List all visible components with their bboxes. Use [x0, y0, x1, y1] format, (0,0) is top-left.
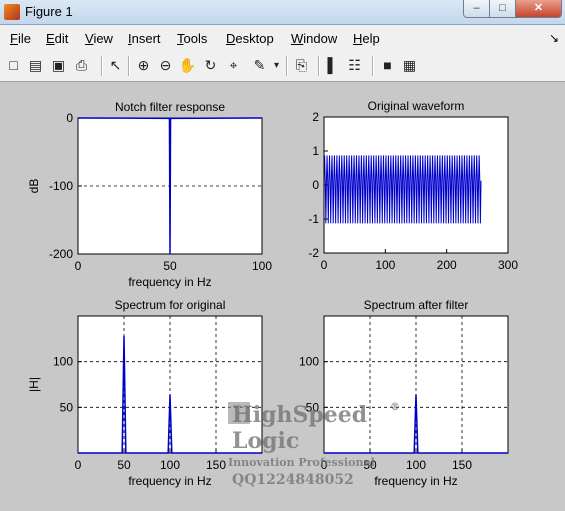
chart-title: Original waveform [368, 99, 465, 113]
rotate-3d-icon[interactable]: ↻ [201, 56, 220, 75]
menu-window[interactable]: Window [291, 31, 337, 46]
tick-label-y: 0 [66, 111, 73, 125]
tick-label-x: 300 [498, 258, 518, 272]
new-figure-icon[interactable]: □ [4, 56, 23, 75]
tick-label-x: 150 [206, 458, 226, 472]
matlab-icon [4, 4, 20, 20]
toolbar-separator [128, 56, 130, 76]
toolbar-separator [372, 56, 374, 76]
tick-label-x: 100 [406, 458, 426, 472]
open-file-icon[interactable]: ▤ [26, 56, 45, 75]
toolbar-separator [286, 56, 288, 76]
tick-label-y: 1 [312, 144, 319, 158]
tick-label-y: -2 [308, 246, 319, 260]
x-axis-label: frequency in Hz [128, 275, 211, 289]
menu-bar: File Edit View Insert Tools Desktop Wind… [0, 25, 565, 51]
tick-label-x: 0 [75, 458, 82, 472]
toolbar-separator [318, 56, 320, 76]
pan-hand-icon[interactable]: ✋ [178, 56, 197, 75]
tick-label-x: 150 [452, 458, 472, 472]
tick-label-x: 50 [363, 458, 377, 472]
toolbar: □ ▤ ▣ ⎙ ↖ ⊕ ⊖ ✋ ↻ ⌖ ✎ ▾ ⎘ ▌ ☷ ■ ▦ [0, 51, 565, 82]
close-button[interactable]: ✕ [515, 0, 562, 18]
tick-label-y: -1 [308, 212, 319, 226]
tick-label-y: -200 [49, 247, 73, 261]
tick-label-x: 200 [437, 258, 457, 272]
link-plot-icon[interactable]: ⎘ [292, 56, 311, 75]
data-cursor-icon[interactable]: ⌖ [224, 56, 243, 75]
maximize-button[interactable]: □ [489, 0, 516, 18]
chart-title: Spectrum after filter [364, 298, 469, 312]
y-axis-label: dB [27, 179, 41, 194]
menu-desktop[interactable]: Desktop [226, 31, 274, 46]
tick-label-x: 0 [321, 458, 328, 472]
tick-label-x: 0 [75, 259, 82, 273]
print-icon[interactable]: ⎙ [72, 56, 91, 75]
chart-title: Spectrum for original [115, 298, 226, 312]
zoom-in-icon[interactable]: ⊕ [134, 56, 153, 75]
legend-icon[interactable]: ☷ [345, 56, 364, 75]
tick-label-y: 50 [60, 400, 74, 414]
tick-label-y: 0 [312, 178, 319, 192]
brush-icon[interactable]: ✎ [250, 56, 269, 75]
y-axis-label: |H| [27, 377, 41, 392]
tick-label-x: 100 [375, 258, 395, 272]
menu-help[interactable]: Help [353, 31, 380, 46]
menu-insert[interactable]: Insert [128, 31, 161, 46]
tick-label-y: 2 [312, 110, 319, 124]
tick-label-x: 50 [117, 458, 131, 472]
tick-label-x: 0 [321, 258, 328, 272]
hide-plot-tools-icon[interactable]: ■ [378, 56, 397, 75]
tick-label-x: 100 [252, 259, 272, 273]
menu-tools[interactable]: Tools [177, 31, 207, 46]
tick-label-y: -100 [49, 179, 73, 193]
select-arrow-icon[interactable]: ↖ [106, 56, 125, 75]
tick-label-x: 50 [163, 259, 177, 273]
tick-label-y: 100 [53, 355, 73, 369]
chart-title: Notch filter response [115, 100, 225, 114]
tick-label-x: 100 [160, 458, 180, 472]
save-icon[interactable]: ▣ [49, 56, 68, 75]
window-title: Figure 1 [25, 4, 73, 19]
brush-dropdown-icon[interactable]: ▾ [272, 56, 281, 75]
menu-file[interactable]: File [10, 31, 31, 46]
tick-label-y: 100 [299, 355, 319, 369]
toolbar-separator [101, 56, 103, 76]
plots-svg: 0 50 100-200-1000Notch filter responsefreq… [27, 99, 518, 488]
zoom-out-icon[interactable]: ⊖ [156, 56, 175, 75]
minimize-button[interactable]: – [463, 0, 490, 18]
menu-edit[interactable]: Edit [46, 31, 68, 46]
figure-canvas: 0 50 100 -200 -100 0 Notch filter response freq… [0, 82, 565, 506]
x-axis-label: frequency in Hz [374, 474, 457, 488]
menubar-dock-arrow-icon[interactable]: ↘ [549, 31, 559, 45]
show-plot-tools-icon[interactable]: ▦ [400, 56, 419, 75]
tick-label-y: 50 [306, 400, 320, 414]
title-bar: Figure 1 – □ ✕ [0, 0, 565, 25]
menu-view[interactable]: View [85, 31, 113, 46]
colorbar-icon[interactable]: ▌ [323, 56, 342, 75]
x-axis-label: frequency in Hz [128, 474, 211, 488]
